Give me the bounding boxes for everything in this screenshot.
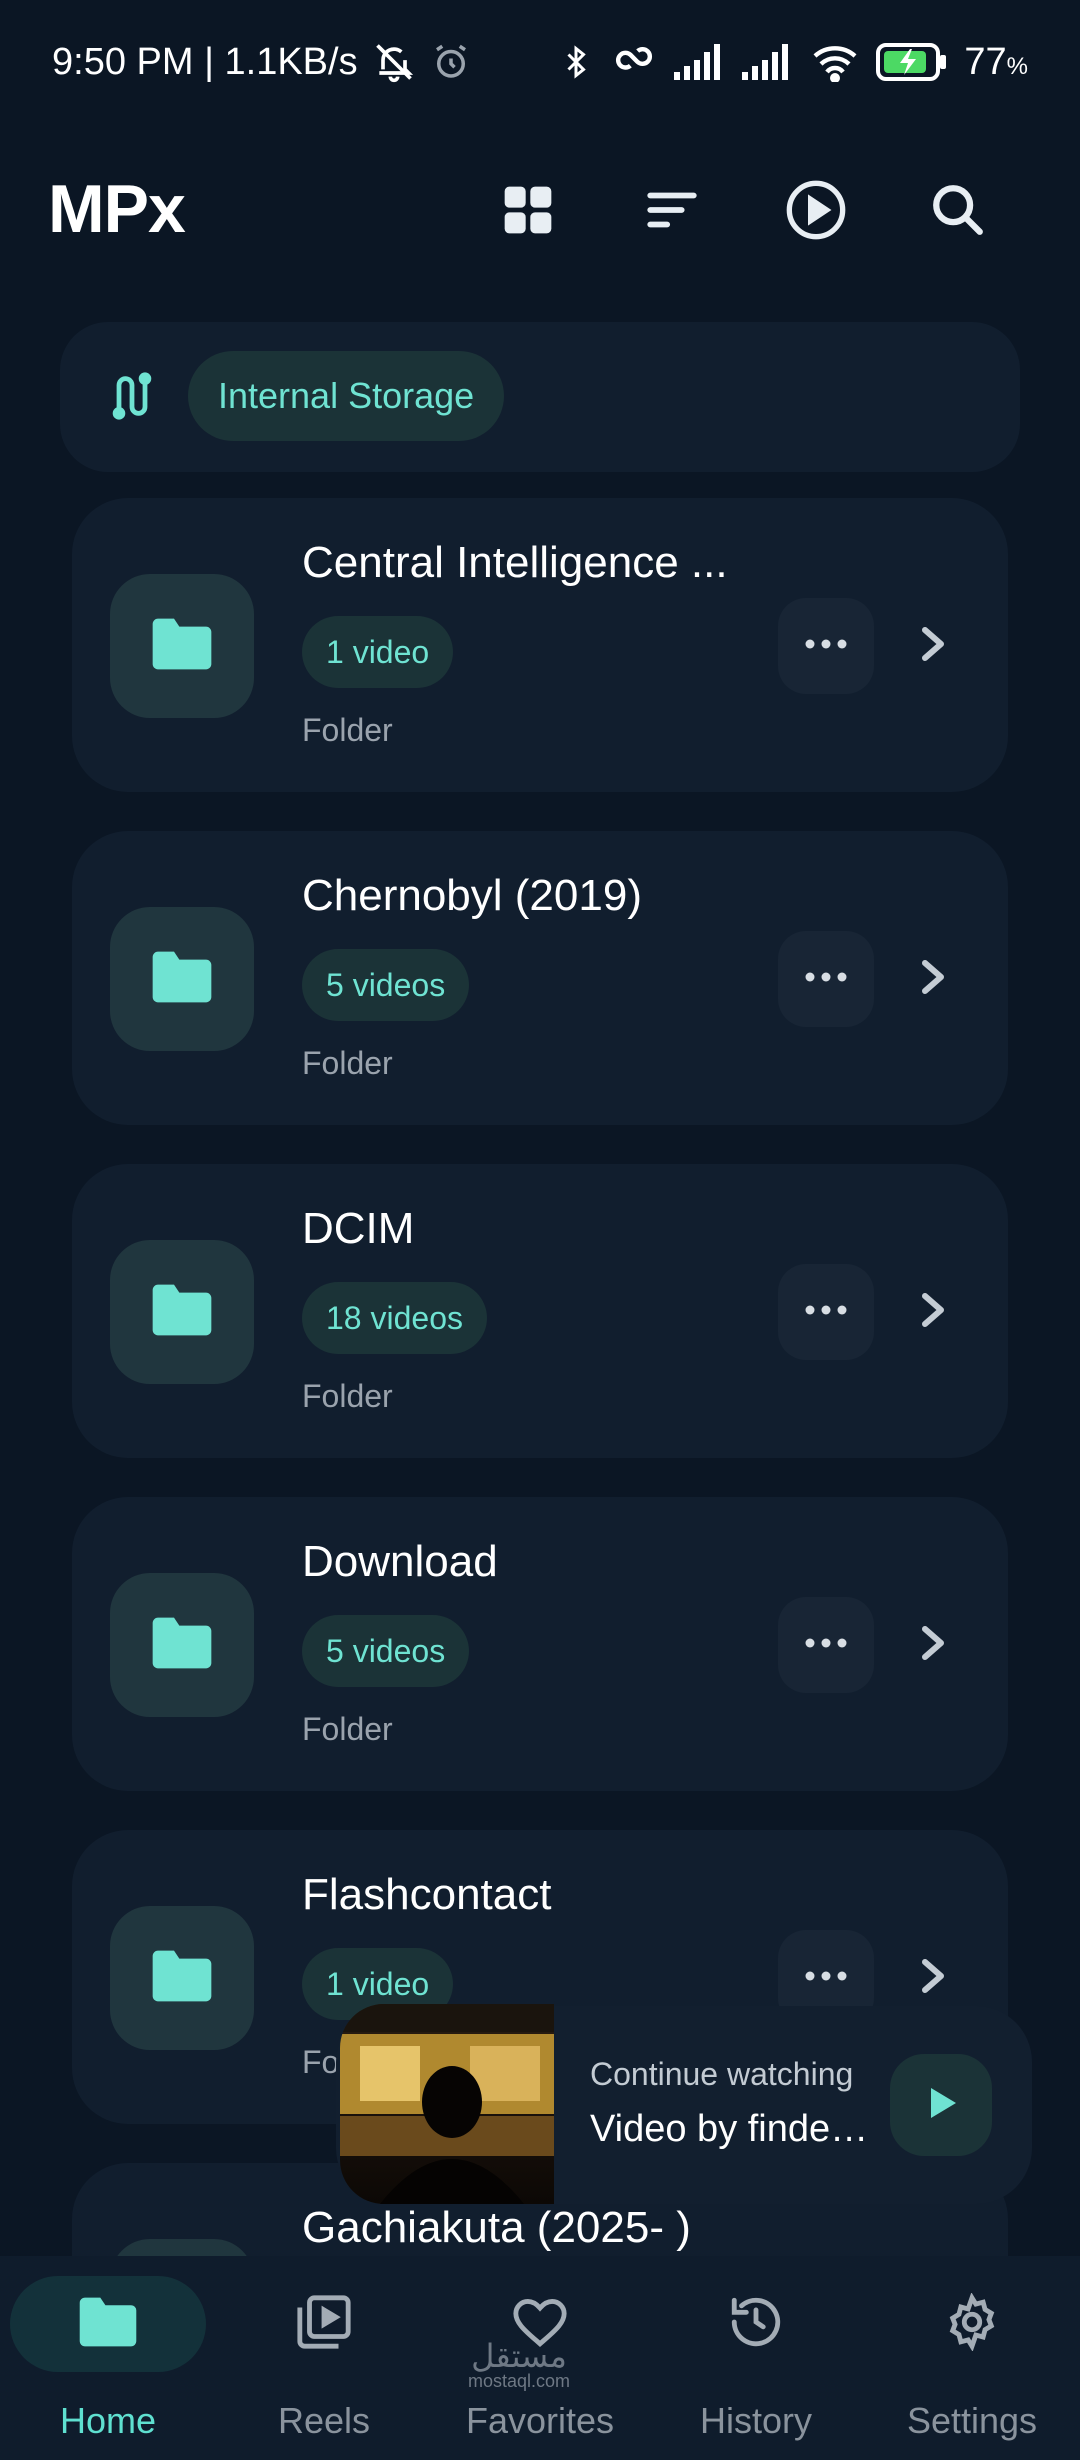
sort-button[interactable] (632, 172, 712, 252)
status-bar: 9:50 PM | 1.1KB/s 77% (0, 0, 1080, 130)
more-options-button[interactable] (778, 1597, 874, 1693)
battery-level: 77% (964, 40, 1028, 83)
history-icon (727, 2293, 785, 2356)
folder-tile (110, 907, 254, 1051)
folder-tile (110, 1573, 254, 1717)
folder-type-label: Fo (302, 2044, 340, 2080)
battery-icon (876, 43, 948, 81)
chevron-right-icon (919, 957, 949, 1002)
folder-card[interactable]: DCIM 18 videos Folder (72, 1164, 1008, 1458)
folder-tile (110, 574, 254, 718)
open-folder-button[interactable] (904, 1615, 964, 1675)
folder-icon (150, 1615, 214, 1676)
continue-watching-title[interactable]: Video by findex... (590, 2108, 880, 2151)
nav-item-history[interactable]: History (656, 2276, 856, 2446)
folder-name: Central Intelligence ... (302, 538, 728, 587)
more-horizontal-icon (804, 1969, 848, 1987)
folder-name: Flashcontact (302, 1870, 552, 1919)
nav-pill (874, 2276, 1070, 2372)
open-folder-button[interactable] (904, 616, 964, 676)
status-right: 77% (558, 40, 1028, 84)
folder-type-label: Folder (302, 1045, 393, 1081)
resume-play-button[interactable] (890, 2054, 992, 2156)
gear-icon (943, 2291, 1001, 2356)
play-circle-icon (784, 178, 848, 247)
chevron-right-icon (919, 1956, 949, 2001)
reels-icon (295, 2293, 353, 2356)
nav-item-home[interactable]: Home (8, 2276, 208, 2446)
nav-label: Favorites (465, 2400, 615, 2441)
more-horizontal-icon (804, 1636, 848, 1654)
chevron-right-icon (919, 1623, 949, 1668)
sort-icon (643, 181, 701, 244)
folder-icon (150, 949, 214, 1010)
more-options-button[interactable] (778, 1264, 874, 1360)
more-options-button[interactable] (778, 598, 874, 694)
folder-icon (150, 1282, 214, 1343)
alarm-icon (430, 41, 472, 83)
folder-tile (110, 1906, 254, 2050)
nav-label: Reels (277, 2400, 371, 2441)
nav-pill (658, 2276, 854, 2372)
folder-type-label: Folder (302, 712, 393, 748)
storage-chip-internal[interactable]: Internal Storage (188, 351, 505, 441)
nav-item-reels[interactable]: Reels (224, 2276, 424, 2446)
folder-icon (150, 616, 214, 677)
status-time: 9:50 PM | 1.1KB/s (52, 40, 358, 83)
nav-item-settings[interactable]: Settings (872, 2276, 1072, 2446)
folder-card[interactable]: Central Intelligence ... 1 video Folder (72, 498, 1008, 792)
nav-pill (10, 2276, 206, 2372)
more-options-button[interactable] (778, 931, 874, 1027)
search-button[interactable] (918, 172, 998, 252)
more-horizontal-icon (804, 970, 848, 988)
signal-icon (674, 44, 726, 80)
video-count-badge: 1 video (302, 616, 454, 688)
folder-name: DCIM (302, 1204, 415, 1253)
open-folder-button[interactable] (904, 1282, 964, 1342)
open-folder-button[interactable] (904, 949, 964, 1009)
folder-tile (110, 1240, 254, 1384)
video-count-badge: 18 videos (302, 1282, 487, 1354)
nav-pill (226, 2276, 422, 2372)
folder-icon (76, 2295, 140, 2354)
signal-icon-2 (742, 44, 794, 80)
search-icon (929, 181, 987, 244)
status-left: 9:50 PM | 1.1KB/s (52, 40, 472, 84)
nav-label: History (699, 2400, 812, 2441)
more-horizontal-icon (804, 1303, 848, 1321)
grid-view-button[interactable] (488, 172, 568, 252)
bell-off-icon (372, 40, 416, 84)
play-all-button[interactable] (776, 172, 856, 252)
more-horizontal-icon (804, 637, 848, 655)
video-count-badge: 5 videos (302, 949, 470, 1021)
folder-card[interactable]: Download 5 videos Folder (72, 1497, 1008, 1791)
bluetooth-icon (558, 40, 594, 84)
storage-path-icon (106, 370, 158, 422)
link-icon (610, 40, 658, 84)
folder-card[interactable]: Chernobyl (2019) 5 videos Folder (72, 831, 1008, 1125)
video-count-badge: 5 videos (302, 1615, 470, 1687)
folder-icon (150, 1948, 214, 2009)
grid-view-icon (500, 182, 556, 243)
chevron-right-icon (919, 624, 949, 669)
folder-name: Gachiakuta (2025- ) (302, 2203, 691, 2252)
wifi-icon (810, 42, 860, 82)
folder-type-label: Folder (302, 1711, 393, 1747)
play-icon (921, 2083, 961, 2128)
continue-watching-label: Continue watching (590, 2056, 854, 2092)
nav-label: Settings (906, 2400, 1038, 2441)
folder-name: Download (302, 1537, 498, 1586)
chevron-right-icon (919, 1290, 949, 1335)
watermark: مستقل mostaql.com (468, 2338, 571, 2391)
folder-type-label: Folder (302, 1378, 393, 1414)
folder-name: Chernobyl (2019) (302, 871, 642, 920)
app-title: MPx (48, 171, 186, 247)
open-folder-button[interactable] (904, 1948, 964, 2008)
continue-watching-thumbnail[interactable] (340, 2004, 554, 2204)
nav-label: Home (59, 2400, 157, 2441)
